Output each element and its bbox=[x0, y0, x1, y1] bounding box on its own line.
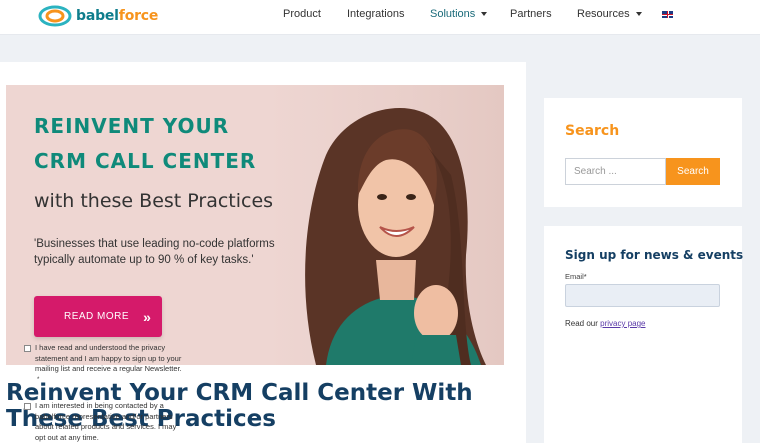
hero-title-line2: CRM CALL CENTER bbox=[34, 149, 257, 173]
nav-product[interactable]: Product bbox=[283, 8, 321, 20]
nav-resources-label: Resources bbox=[577, 8, 630, 20]
hero-quote: 'Businesses that use leading no-code pla… bbox=[34, 238, 275, 266]
nav-partners[interactable]: Partners bbox=[510, 8, 552, 20]
babelforce-logo-icon bbox=[38, 5, 72, 27]
search-button[interactable]: Search bbox=[666, 158, 720, 185]
search-input[interactable]: Search ... bbox=[565, 158, 666, 185]
nav-solutions-label: Solutions bbox=[430, 8, 476, 20]
privacy-page-link[interactable]: privacy page bbox=[600, 319, 645, 328]
babelforce-logo[interactable]: babelforce bbox=[38, 3, 158, 29]
woman-photo bbox=[305, 107, 486, 365]
email-label: Email* bbox=[565, 272, 587, 281]
logo-text: babelforce bbox=[76, 8, 159, 24]
uk-flag-icon[interactable] bbox=[662, 11, 673, 18]
nav-resources[interactable]: Resources bbox=[577, 8, 642, 20]
hero-banner[interactable]: REINVENT YOUR CRM CALL CENTER with these… bbox=[6, 85, 504, 365]
consent-contact-row: I am interested in being contacted by a … bbox=[24, 401, 184, 443]
double-chevron-right-icon: » bbox=[143, 308, 151, 325]
hero-subtitle: with these Best Practices bbox=[34, 190, 274, 212]
consent-newsletter-text: I have read and understood the privacy s… bbox=[35, 343, 182, 373]
search-widget: Search Search ... Search bbox=[544, 98, 742, 207]
chevron-down-icon bbox=[481, 12, 488, 17]
chevron-down-icon bbox=[635, 12, 642, 17]
consent-contact-checkbox[interactable] bbox=[24, 403, 31, 410]
read-more-label: READ MORE bbox=[64, 311, 130, 322]
search-widget-title: Search bbox=[565, 123, 620, 139]
newsletter-signup-widget: Sign up for news & events Email* Read ou… bbox=[544, 226, 744, 443]
email-field[interactable] bbox=[565, 284, 720, 307]
consent-newsletter-checkbox[interactable] bbox=[24, 345, 31, 352]
nav-solutions[interactable]: Solutions bbox=[430, 8, 488, 20]
consent-newsletter-row: I have read and understood the privacy s… bbox=[24, 343, 184, 375]
hero-title-line1: REINVENT YOUR bbox=[34, 114, 230, 138]
site-header: babelforce Product Integrations Solution… bbox=[0, 0, 760, 35]
required-mark: * bbox=[37, 377, 40, 383]
nav-integrations[interactable]: Integrations bbox=[347, 8, 404, 20]
read-more-button[interactable]: READ MORE » bbox=[34, 296, 162, 337]
privacy-text: Read our privacy page bbox=[565, 319, 646, 328]
signup-title: Sign up for news & events bbox=[565, 248, 744, 262]
consent-contact-text: I am interested in being contacted by a … bbox=[35, 401, 177, 442]
